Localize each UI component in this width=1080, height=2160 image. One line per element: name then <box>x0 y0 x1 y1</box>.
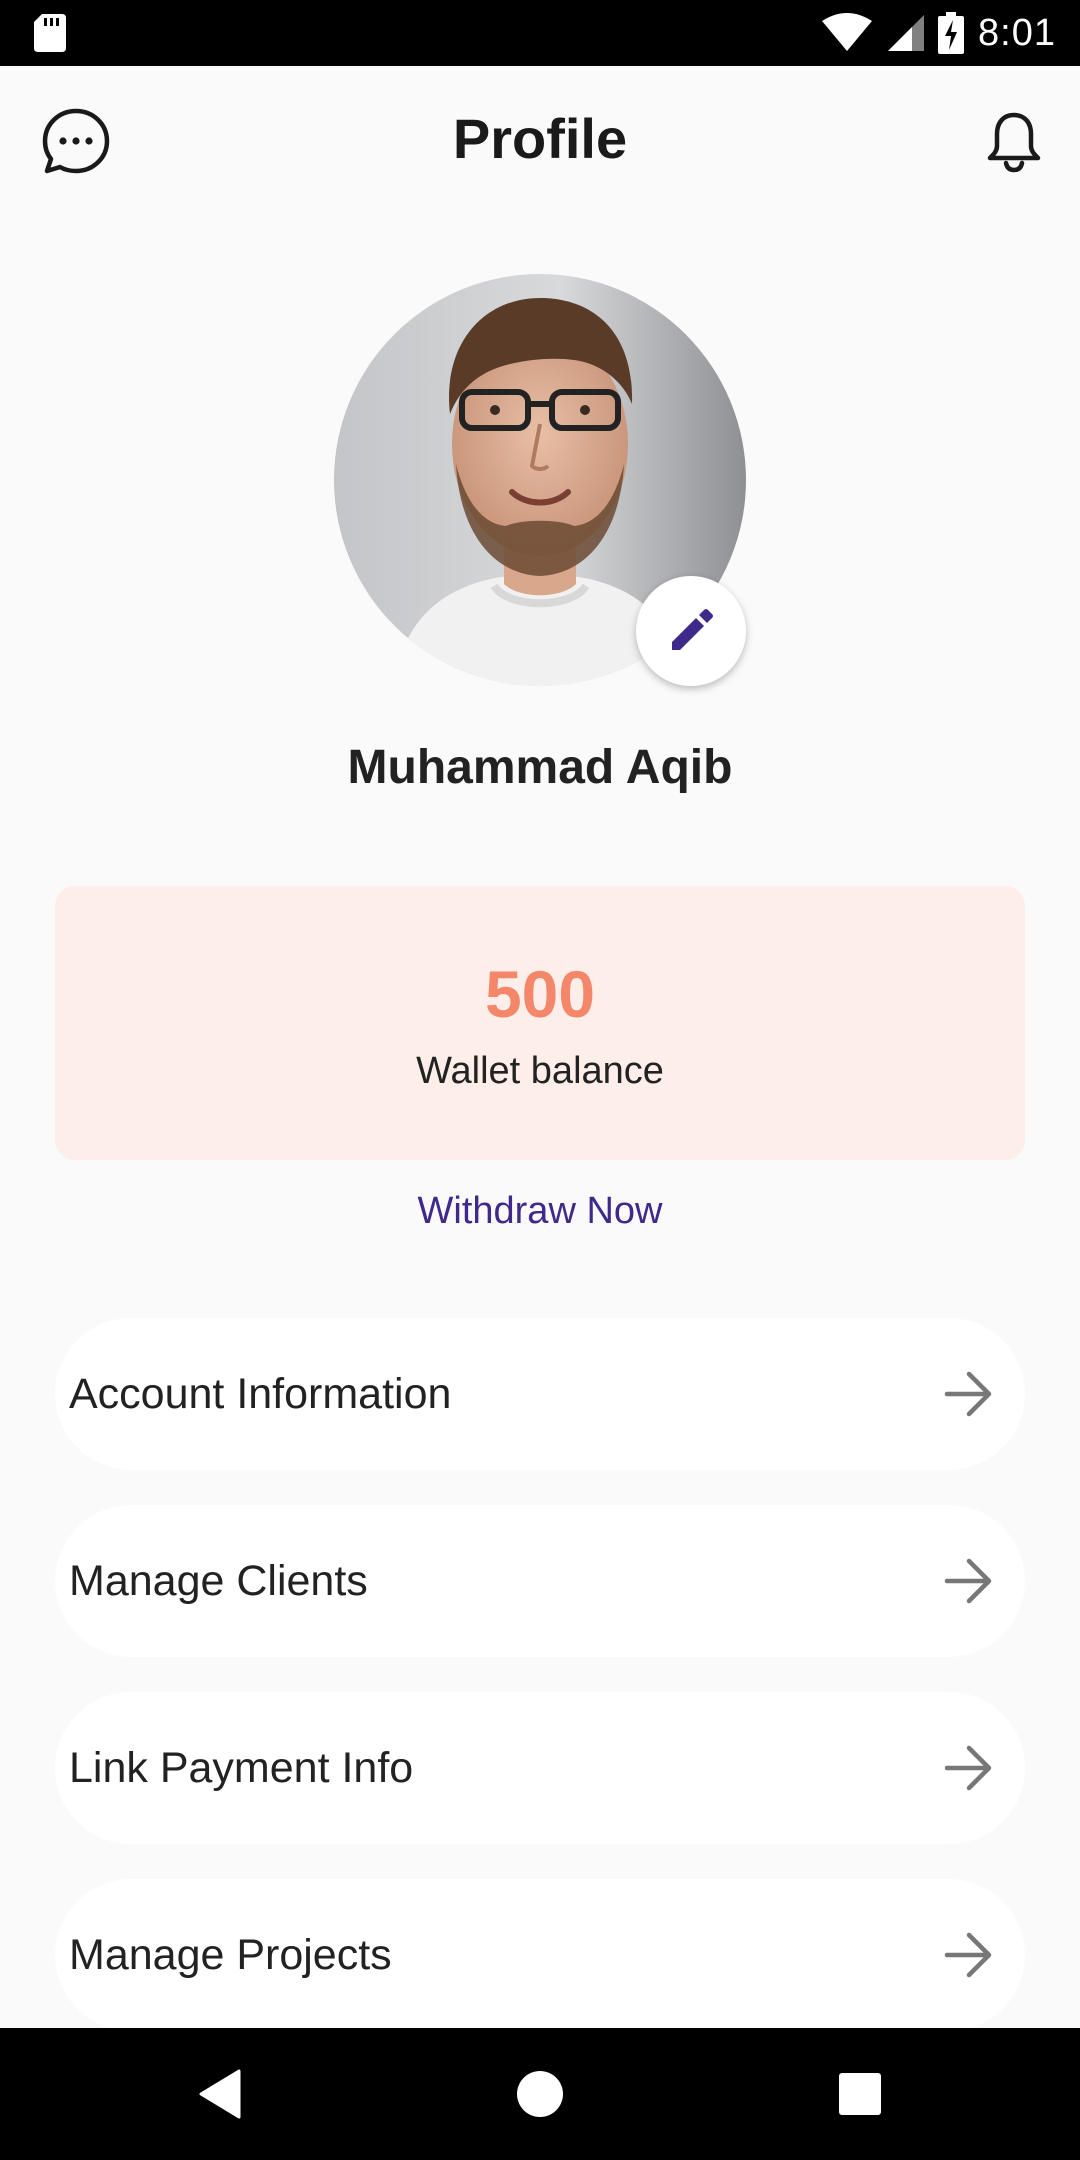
avatar-container <box>334 274 746 686</box>
page-title: Profile <box>452 107 628 170</box>
pencil-icon <box>672 609 713 650</box>
notifications-button[interactable] <box>974 102 1054 182</box>
menu-item-label: Account Information <box>69 1370 452 1418</box>
recents-icon <box>839 2073 881 2115</box>
arrow-right-icon <box>944 1745 992 1791</box>
menu-item-link-payment-info[interactable]: Link Payment Info <box>55 1692 1025 1844</box>
battery-charging-icon <box>938 12 965 54</box>
cell-signal-icon <box>888 15 925 51</box>
arrow-right-icon <box>944 1371 992 1417</box>
user-name: Muhammad Aqib <box>347 741 733 794</box>
withdraw-now-link[interactable]: Withdraw Now <box>0 1190 1080 1233</box>
menu-item-label: Manage Projects <box>69 1931 392 1979</box>
nav-home-button[interactable] <box>480 2028 600 2160</box>
wallet-card: 500 Wallet balance <box>55 886 1025 1160</box>
back-icon <box>199 2069 241 2119</box>
sd-card-icon <box>34 14 66 52</box>
wifi-icon <box>822 13 873 51</box>
edit-avatar-button[interactable] <box>636 576 746 686</box>
arrow-right-icon <box>944 1558 992 1604</box>
home-icon <box>517 2071 563 2117</box>
menu-item-manage-clients[interactable]: Manage Clients <box>55 1505 1025 1657</box>
menu-item-manage-projects[interactable]: Manage Projects <box>55 1879 1025 2031</box>
withdraw-now-label[interactable]: Withdraw Now <box>418 1190 663 1232</box>
bell-icon <box>987 112 1041 173</box>
wallet-balance-label: Wallet balance <box>416 1050 664 1092</box>
status-bar: 8:01 <box>0 0 1080 66</box>
wallet-balance-amount: 500 <box>484 957 596 1031</box>
menu-item-label: Manage Clients <box>69 1557 368 1605</box>
profile-screen: 8:01 Profile Muhammad Aqib 500 Wallet ba… <box>0 0 1080 2160</box>
status-time: 8:01 <box>978 11 1056 54</box>
nav-back-button[interactable] <box>160 2028 280 2160</box>
system-nav-bar <box>0 2028 1080 2160</box>
nav-recents-button[interactable] <box>800 2028 920 2160</box>
menu-item-account-information[interactable]: Account Information <box>55 1318 1025 1470</box>
app-bar: Profile <box>0 66 1080 216</box>
arrow-right-icon <box>944 1932 992 1978</box>
menu-item-label: Link Payment Info <box>69 1744 414 1792</box>
